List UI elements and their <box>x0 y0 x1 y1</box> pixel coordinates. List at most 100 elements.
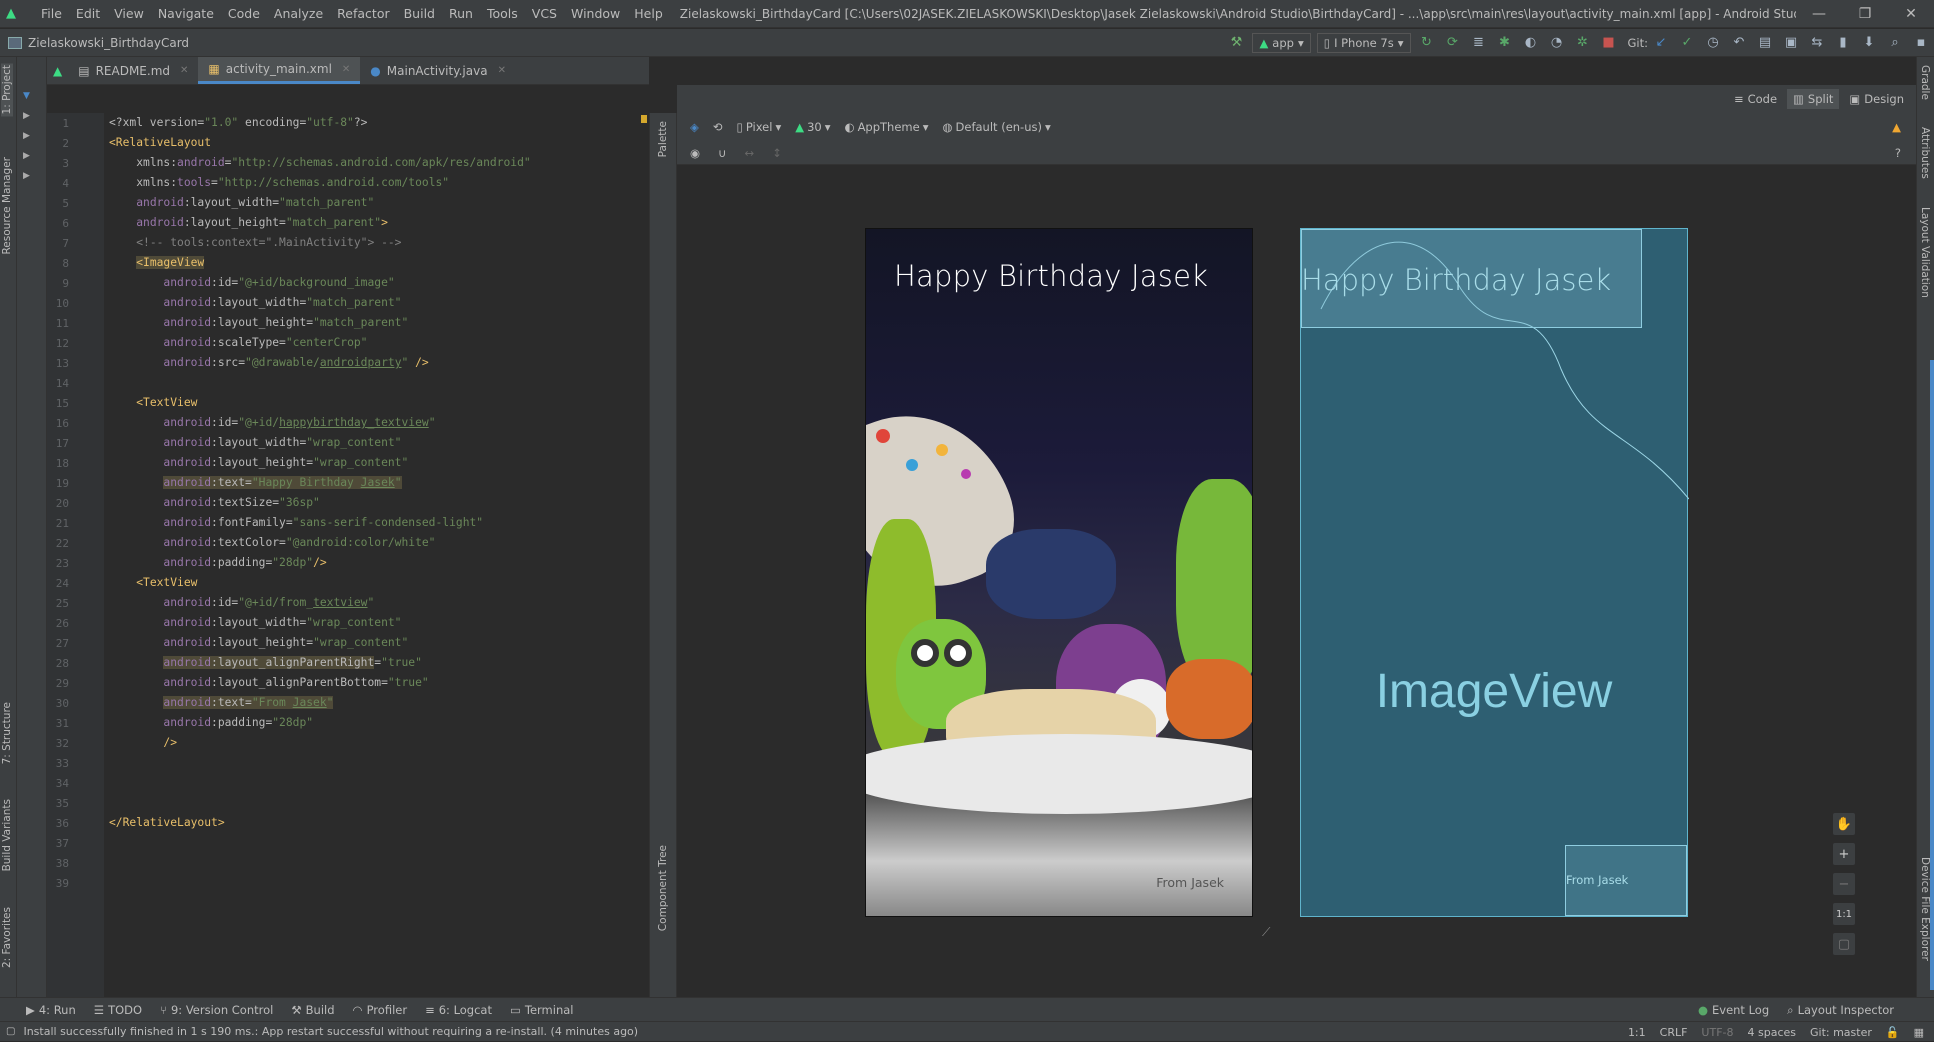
device-selector[interactable]: ▯ Pixel ▾ <box>732 120 787 134</box>
tab-logcat[interactable]: ≡ 6: Logcat <box>425 1003 492 1017</box>
menu-window[interactable]: Window <box>564 0 627 28</box>
stop-icon[interactable]: ■ <box>1596 32 1622 54</box>
tab-todo[interactable]: ☰ TODO <box>94 1003 142 1017</box>
git-history-icon[interactable]: ◷ <box>1700 32 1726 54</box>
design-surface-icon[interactable]: ◈ <box>685 120 704 134</box>
tab-component-tree[interactable]: Component Tree <box>657 845 669 931</box>
git-branch[interactable]: Git: master <box>1810 1026 1872 1039</box>
tab-readme[interactable]: ▤ README.md ✕ <box>68 57 198 84</box>
indent-setting[interactable]: 4 spaces <box>1748 1026 1797 1039</box>
locale-selector[interactable]: ◍ Default (en-us) ▾ <box>937 120 1055 134</box>
magnet-icon[interactable]: ∪ <box>713 146 731 160</box>
profile-icon[interactable]: ◔ <box>1544 32 1570 54</box>
warning-marker[interactable] <box>641 115 647 123</box>
apply-code-changes-icon[interactable]: ⟳ <box>1440 32 1466 54</box>
make-project-icon[interactable]: ⚒ <box>1223 32 1249 54</box>
menu-help[interactable]: Help <box>627 0 670 28</box>
lock-icon[interactable]: 🔓 <box>1886 1026 1900 1039</box>
file-encoding[interactable]: UTF-8 <box>1701 1026 1733 1039</box>
code-editor[interactable]: <?xml version="1.0" encoding="utf-8"?> <… <box>104 113 644 997</box>
horizontal-margin-icon[interactable]: ↔ <box>739 146 759 160</box>
tab-favorites[interactable]: 2: Favorites <box>1 907 13 968</box>
run-config-dropdown[interactable]: ▲ app ▾ <box>1252 32 1311 53</box>
memory-icon[interactable]: ▦ <box>1914 1026 1924 1039</box>
split-mode-button[interactable]: ▥ Split <box>1787 89 1840 109</box>
breadcrumb-project[interactable]: Zielaskowski_BirthdayCard <box>28 36 1223 50</box>
menu-navigate[interactable]: Navigate <box>151 0 221 28</box>
tab-palette[interactable]: Palette <box>657 121 669 157</box>
tab-resource-manager[interactable]: Resource Manager <box>1 157 13 255</box>
design-mode-button[interactable]: ▣ Design <box>1843 89 1910 109</box>
tab-layout-inspector[interactable]: ⌕ Layout Inspector <box>1787 1003 1894 1018</box>
zoom-one-to-one-button[interactable]: 1:1 <box>1833 903 1855 925</box>
tab-layout-validation[interactable]: Layout Validation <box>1919 207 1931 298</box>
close-tab-icon[interactable]: ✕ <box>498 65 506 76</box>
menu-file[interactable]: File <box>34 0 69 28</box>
blueprint-preview[interactable]: Happy Birthday Jasek ImageView From Jase… <box>1300 228 1689 917</box>
phone-preview[interactable]: Happy Birthday Jasek From Jasek <box>865 228 1253 917</box>
git-update-icon[interactable]: ↙ <box>1648 32 1674 54</box>
git-commit-icon[interactable]: ✓ <box>1674 32 1700 54</box>
project-structure-icon[interactable]: ▤ <box>1752 32 1778 54</box>
tab-build[interactable]: ⚒ Build <box>291 1003 334 1017</box>
tab-terminal[interactable]: ▭ Terminal <box>510 1003 573 1017</box>
line-separator[interactable]: CRLF <box>1660 1026 1688 1039</box>
tab-version-control[interactable]: ⑂ 9: Version Control <box>160 1003 273 1017</box>
collapse-arrow-icon[interactable]: ▶ <box>23 151 30 161</box>
tab-run[interactable]: ▶ 4: Run <box>26 1003 76 1017</box>
tab-structure[interactable]: 7: Structure <box>1 702 13 764</box>
tab-profiler[interactable]: ◠ Profiler <box>353 1003 408 1017</box>
zoom-out-button[interactable]: − <box>1833 873 1855 895</box>
coverage-icon[interactable]: ◐ <box>1518 32 1544 54</box>
close-tab-icon[interactable]: ✕ <box>342 64 350 75</box>
close-tab-icon[interactable]: ✕ <box>180 65 188 76</box>
collapse-arrow-icon[interactable]: ▶ <box>23 111 30 121</box>
close-icon[interactable]: ✕ <box>1888 6 1934 22</box>
sdk-manager-icon[interactable]: ▣ <box>1778 32 1804 54</box>
debug-icon[interactable]: ✱ <box>1492 32 1518 54</box>
menu-vcs[interactable]: VCS <box>525 0 564 28</box>
zoom-fit-icon[interactable]: ▢ <box>1833 933 1855 955</box>
search-icon[interactable]: ⌕ <box>1882 32 1908 54</box>
tab-mainactivity[interactable]: ● MainActivity.java ✕ <box>360 57 516 84</box>
device-dropdown[interactable]: ▯ I Phone 7s ▾ <box>1316 32 1411 53</box>
settings-icon[interactable]: ▪ <box>1908 32 1934 54</box>
tab-project[interactable]: 1: Project <box>1 63 13 117</box>
collapse-arrow-icon[interactable]: ▶ <box>23 131 30 141</box>
avd-manager-icon[interactable]: ▮ <box>1830 32 1856 54</box>
tab-activity-main[interactable]: ▦ activity_main.xml ✕ <box>198 57 361 84</box>
api-selector[interactable]: ▲ 30 ▾ <box>790 120 835 134</box>
run-list-icon[interactable]: ≣ <box>1466 32 1492 54</box>
restore-icon[interactable]: ❐ <box>1842 6 1888 22</box>
menu-build[interactable]: Build <box>397 0 442 28</box>
sync-gradle-icon[interactable]: ⇆ <box>1804 32 1830 54</box>
menu-refactor[interactable]: Refactor <box>330 0 396 28</box>
minimize-icon[interactable]: — <box>1796 6 1842 22</box>
pan-icon[interactable]: ✋ <box>1833 813 1855 835</box>
menu-analyze[interactable]: Analyze <box>267 0 330 28</box>
editor-scrollbar[interactable] <box>640 113 648 953</box>
resize-handle-icon[interactable]: ⟋ <box>1262 925 1276 939</box>
tab-build-variants[interactable]: Build Variants <box>1 799 13 871</box>
status-panel-icon[interactable]: ▢ <box>6 1026 15 1037</box>
apply-changes-icon[interactable]: ↻ <box>1414 32 1440 54</box>
caret-position[interactable]: 1:1 <box>1628 1026 1646 1039</box>
code-mode-button[interactable]: ≡ Code <box>1728 89 1783 109</box>
help-icon[interactable]: ? <box>1890 146 1906 160</box>
blueprint-from-box[interactable]: From Jasek <box>1565 845 1687 916</box>
collapse-arrow-icon[interactable]: ▶ <box>23 171 30 181</box>
expand-arrow-icon[interactable]: ▼ <box>23 91 30 101</box>
menu-run[interactable]: Run <box>442 0 480 28</box>
git-rollback-icon[interactable]: ↶ <box>1726 32 1752 54</box>
theme-selector[interactable]: ◐ AppTheme ▾ <box>840 120 934 134</box>
tab-gradle[interactable]: Gradle <box>1919 65 1931 100</box>
vertical-margin-icon[interactable]: ↕ <box>767 146 787 160</box>
attach-debugger-icon[interactable]: ✲ <box>1570 32 1596 54</box>
warning-icon[interactable]: ▲ <box>1887 120 1906 134</box>
menu-code[interactable]: Code <box>221 0 267 28</box>
zoom-in-button[interactable]: + <box>1833 843 1855 865</box>
menu-tools[interactable]: Tools <box>480 0 525 28</box>
design-canvas[interactable] <box>677 165 1916 997</box>
status-message[interactable]: Install successfully finished in 1 s 190… <box>23 1025 638 1038</box>
tab-attributes[interactable]: Attributes <box>1919 127 1931 179</box>
